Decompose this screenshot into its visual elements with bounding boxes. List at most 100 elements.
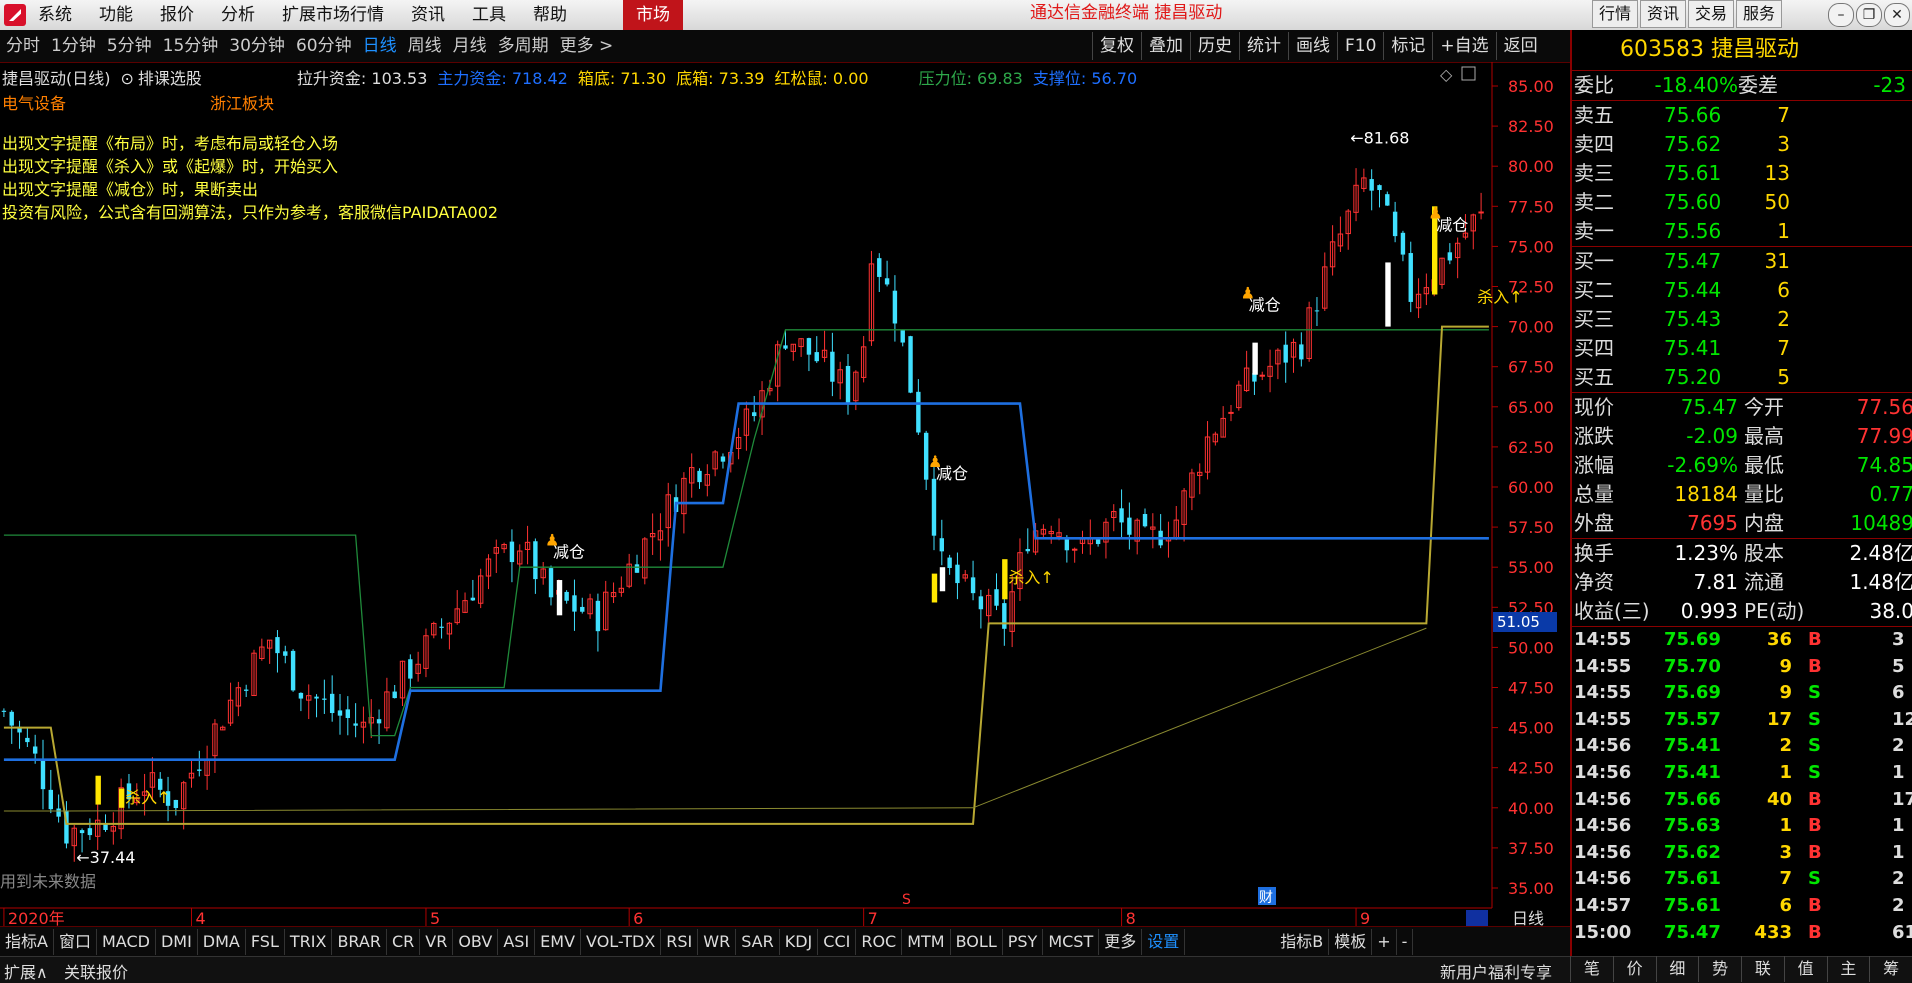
diamond-icon[interactable]: ◇ xyxy=(1440,65,1453,84)
period-tab-10[interactable]: 更多 > xyxy=(560,30,614,62)
indicator-tab-10[interactable]: OBV xyxy=(453,929,499,955)
buys-row[interactable]: 买五 75.20 5 xyxy=(1572,363,1912,393)
menu-item-0[interactable]: 系统 xyxy=(38,0,72,30)
sells-row[interactable]: 卖一 75.56 1 xyxy=(1572,217,1912,247)
close-icon[interactable]: ✕ xyxy=(1884,3,1910,27)
period-tab-4[interactable]: 30分钟 xyxy=(229,30,285,62)
indicator-tab-3[interactable]: DMI xyxy=(156,929,198,955)
indicator-tab-13[interactable]: VOL-TDX xyxy=(581,929,662,955)
indicator-tab-6[interactable]: TRIX xyxy=(285,929,333,955)
indicator-tab-2[interactable]: MACD xyxy=(97,929,156,955)
period-tab-9[interactable]: 多周期 xyxy=(498,30,549,62)
sector-2[interactable]: 浙江板块 xyxy=(210,90,274,114)
tool-button-6[interactable]: 标记 xyxy=(1383,32,1432,60)
tool-button-5[interactable]: F10 xyxy=(1337,32,1383,60)
indicator-tab-26[interactable]: 指标B xyxy=(1275,929,1330,955)
indicator-tab-8[interactable]: CR xyxy=(387,929,421,955)
sector-1[interactable]: 电气设备 xyxy=(2,90,66,114)
panel-tab-1[interactable]: 价 xyxy=(1612,956,1656,982)
menu-item-6[interactable]: 工具 xyxy=(472,0,506,30)
indicator-tab-24[interactable]: 更多 xyxy=(1099,929,1143,955)
indicator-tab-22[interactable]: PSY xyxy=(1003,929,1044,955)
menu-item-1[interactable]: 功能 xyxy=(99,0,133,30)
indicator-tab-11[interactable]: ASI xyxy=(498,929,536,955)
window-box-icon[interactable] xyxy=(1461,66,1476,81)
expand-toggle[interactable]: 扩展∧ xyxy=(4,959,48,983)
scroll-indicator[interactable] xyxy=(1466,910,1488,926)
indicator-tab-18[interactable]: CCI xyxy=(818,929,857,955)
buys-row[interactable]: 买三 75.43 2 xyxy=(1572,305,1912,334)
panel-tab-3[interactable]: 势 xyxy=(1698,956,1741,982)
period-tab-2[interactable]: 5分钟 xyxy=(107,30,152,62)
indicator-tab-12[interactable]: EMV xyxy=(535,929,582,955)
panel-tab-0[interactable]: 笔 xyxy=(1570,956,1613,982)
panel-tab-5[interactable]: 值 xyxy=(1783,956,1827,982)
indicator-tab-23[interactable]: MCST xyxy=(1043,929,1100,955)
indicator-tab-4[interactable]: DMA xyxy=(198,929,246,955)
panel-tab-7[interactable]: 筹 xyxy=(1869,956,1912,982)
indicator-tab-17[interactable]: KDJ xyxy=(780,929,819,955)
top-tab-1[interactable]: 资讯 xyxy=(1640,0,1687,28)
buys-row[interactable]: 买四 75.41 7 xyxy=(1572,334,1912,363)
indicator-tab-27[interactable]: 模板 xyxy=(1329,929,1373,955)
new-user-benefit[interactable]: 新用户福利专享 xyxy=(1440,959,1552,983)
indicator-tab-7[interactable]: BRAR xyxy=(332,929,387,955)
period-tab-7[interactable]: 周线 xyxy=(408,30,442,62)
tool-button-8[interactable]: 返回 xyxy=(1495,32,1545,60)
period-tab-6[interactable]: 日线 xyxy=(363,30,397,62)
period-tab-0[interactable]: 分时 xyxy=(6,30,40,62)
tool-button-2[interactable]: 历史 xyxy=(1190,32,1239,60)
indicator-tab-16[interactable]: SAR xyxy=(736,929,780,955)
panel-tab-4[interactable]: 联 xyxy=(1741,956,1784,982)
indicator-tab-14[interactable]: RSI xyxy=(661,929,699,955)
panel-tab-6[interactable]: 主 xyxy=(1826,956,1870,982)
tool-button-7[interactable]: +自选 xyxy=(1432,32,1495,60)
indicator-tab-15[interactable]: WR xyxy=(698,929,737,955)
menu-item-4[interactable]: 扩展市场行情 xyxy=(282,0,384,30)
indicator-tab-29[interactable]: - xyxy=(1397,929,1414,955)
sells-row[interactable]: 卖二 75.60 50 xyxy=(1572,188,1912,217)
menu-item-3[interactable]: 分析 xyxy=(221,0,255,30)
indicator-tab-25[interactable]: 设置 xyxy=(1142,929,1186,955)
sells-row[interactable]: 卖三 75.61 13 xyxy=(1572,159,1912,188)
minimize-icon[interactable]: – xyxy=(1828,3,1854,27)
tick-direction: S xyxy=(1808,708,1821,730)
top-tab-0[interactable]: 行情 xyxy=(1592,0,1639,28)
tool-button-0[interactable]: 复权 xyxy=(1092,32,1141,60)
period-tab-3[interactable]: 15分钟 xyxy=(163,30,219,62)
x-tick-label: 5 xyxy=(430,909,440,926)
sells-row[interactable]: 卖四 75.62 3 xyxy=(1572,130,1912,159)
panel-tab-2[interactable]: 细 xyxy=(1655,956,1699,982)
tool-button-3[interactable]: 统计 xyxy=(1239,32,1288,60)
indicator-tab-28[interactable]: + xyxy=(1372,929,1397,955)
period-tab-8[interactable]: 月线 xyxy=(453,30,487,62)
buys-row[interactable]: 买一 75.47 31 xyxy=(1572,247,1912,276)
indicator-tab-19[interactable]: ROC xyxy=(856,929,903,955)
indicator-tab-1[interactable]: 窗口 xyxy=(54,929,97,955)
indicator-tab-0[interactable]: 指标A xyxy=(0,929,54,955)
select-dropdown[interactable]: ⊙ 排课选股 xyxy=(121,65,212,89)
menu-item-7[interactable]: 帮助 xyxy=(533,0,567,30)
indicator-tab-21[interactable]: BOLL xyxy=(951,929,1003,955)
tool-button-4[interactable]: 画线 xyxy=(1288,32,1337,60)
top-tab-2[interactable]: 交易 xyxy=(1688,0,1735,28)
market-button[interactable]: 市场 xyxy=(623,0,683,30)
period-tab-5[interactable]: 60分钟 xyxy=(296,30,352,62)
related-quotes[interactable]: 关联报价 xyxy=(64,959,128,983)
tool-button-1[interactable]: 叠加 xyxy=(1141,32,1190,60)
kline-chart[interactable]: 35.00 37.50 40.00 42.50 45.00 47.50 50.00 52.50… xyxy=(0,62,1570,926)
menu-item-2[interactable]: 报价 xyxy=(160,0,194,30)
tick-time: 14:56 xyxy=(1574,735,1632,757)
tick-count: 1 xyxy=(1892,761,1905,783)
buys-row[interactable]: 买二 75.44 6 xyxy=(1572,276,1912,305)
sells-row[interactable]: 卖五 75.66 7 xyxy=(1572,101,1912,130)
indicator-tab-20[interactable]: MTM xyxy=(902,929,951,955)
white-candle xyxy=(1385,262,1391,327)
indicator-tab-5[interactable]: FSL xyxy=(246,929,285,955)
stock-period-name: 捷昌驱动(日线) xyxy=(2,69,111,88)
menu-item-5[interactable]: 资讯 xyxy=(411,0,445,30)
period-tab-1[interactable]: 1分钟 xyxy=(51,30,96,62)
indicator-tab-9[interactable]: VR xyxy=(420,929,454,955)
top-tab-3[interactable]: 服务 xyxy=(1736,0,1783,28)
restore-icon[interactable]: ❐ xyxy=(1856,3,1882,27)
